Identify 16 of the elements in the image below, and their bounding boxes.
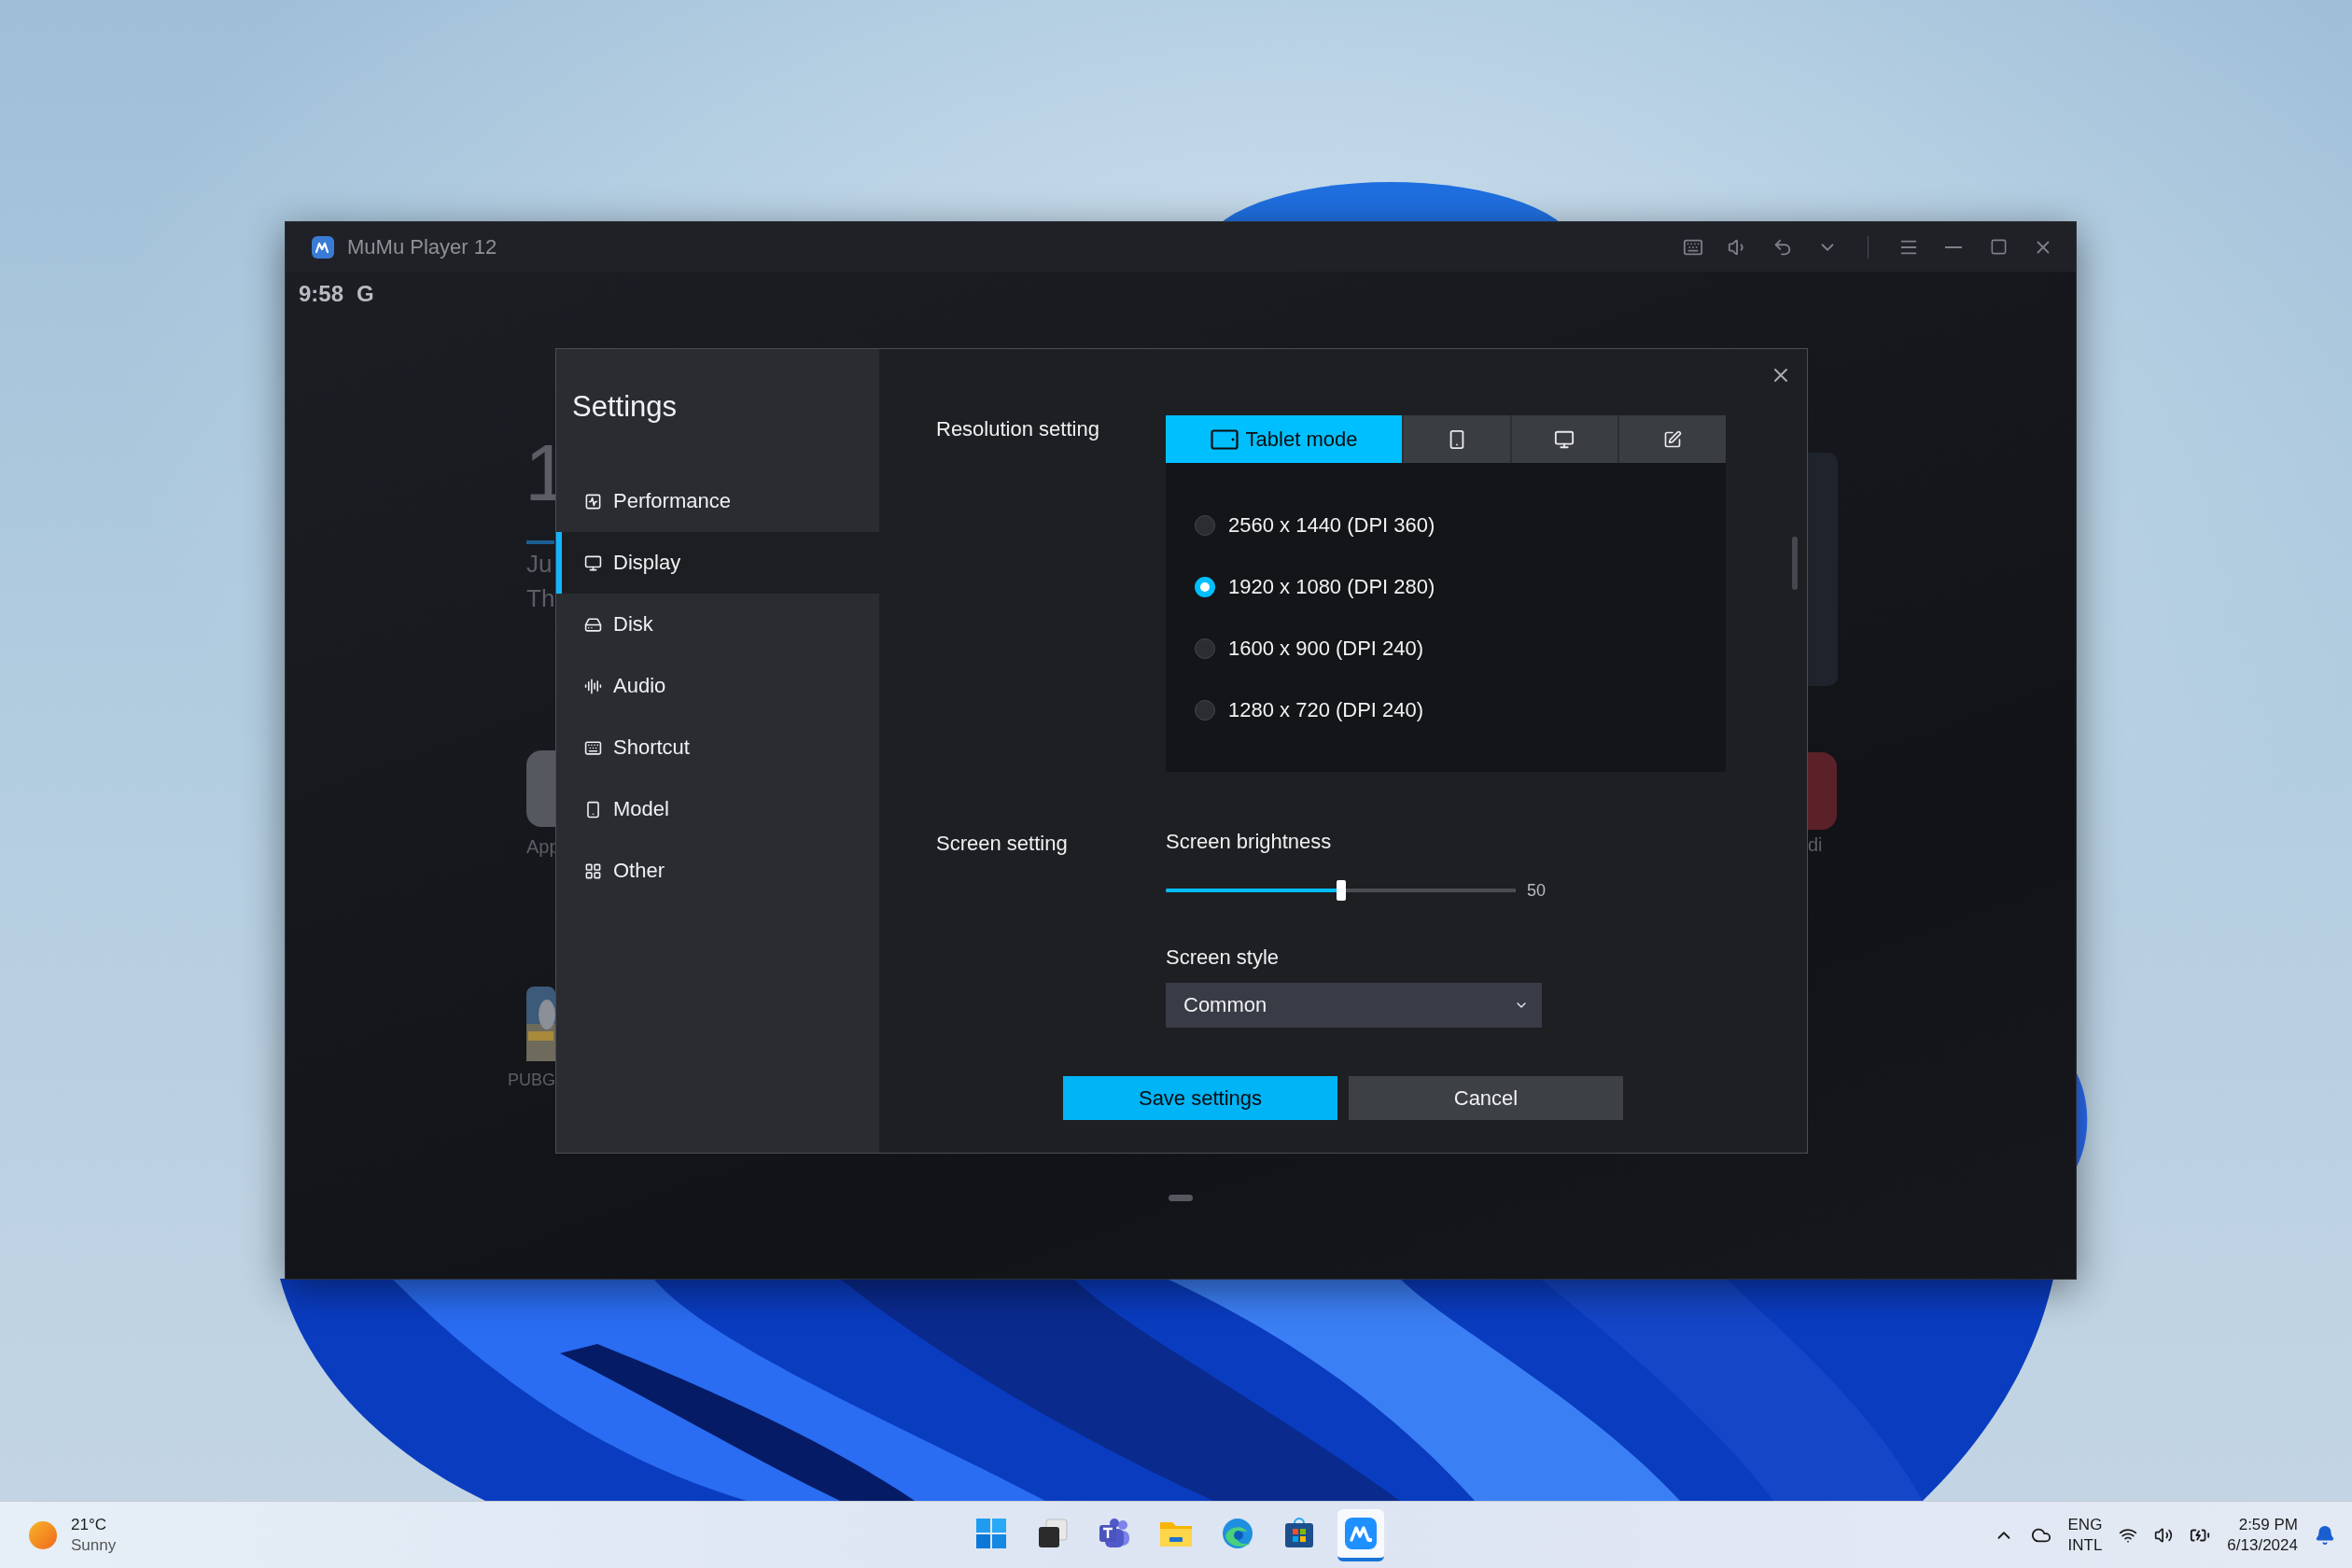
four-squares-icon: [975, 1517, 1007, 1549]
overlapping-windows-icon: [1037, 1517, 1069, 1549]
shopping-bag-icon: [1283, 1517, 1315, 1549]
bell-icon: [2315, 1524, 2335, 1546]
language-text: ENG: [2067, 1515, 2103, 1534]
temperature-text: 21°C: [71, 1515, 107, 1534]
layout-text: INTL: [2067, 1535, 2103, 1555]
notifications-button[interactable]: [2315, 1524, 2335, 1546]
sun-icon: [28, 1519, 58, 1550]
people-chat-icon: [1098, 1517, 1131, 1549]
clock-time: 2:59 PM: [2238, 1515, 2298, 1534]
speaker-icon: [2154, 1525, 2174, 1545]
weather-text: Sunny: [71, 1535, 117, 1555]
swirl-circle-icon: [1222, 1517, 1253, 1549]
app-logo-icon: [1344, 1516, 1378, 1550]
clock-date: 6/13/2024: [2227, 1535, 2298, 1555]
